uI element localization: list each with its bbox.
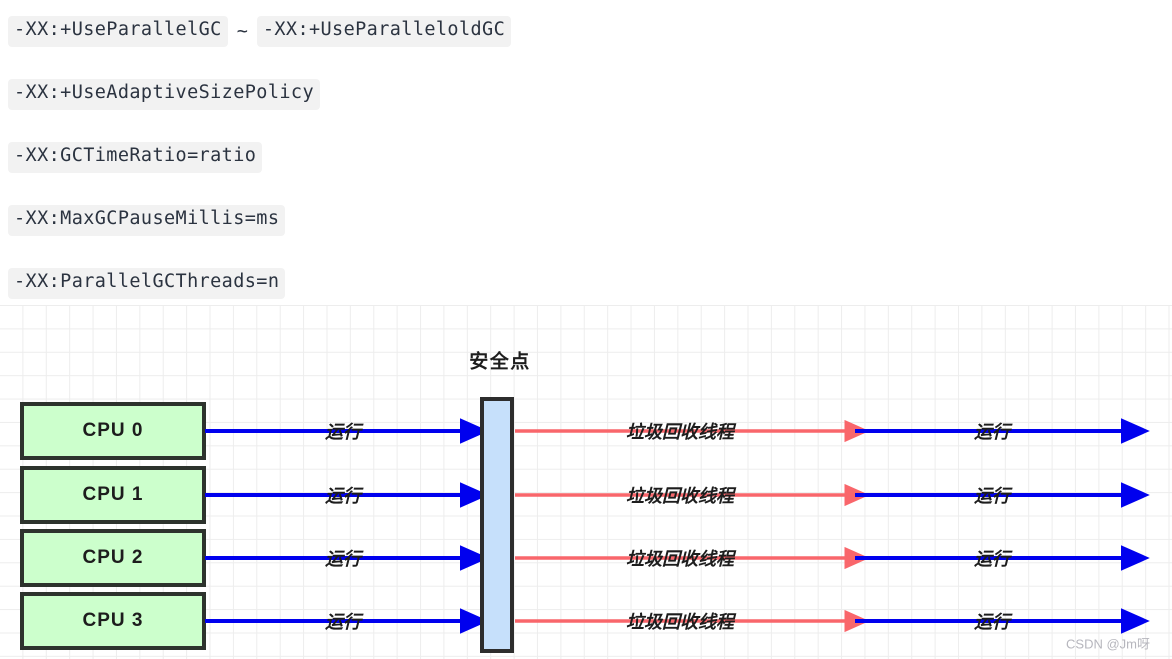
safepoint-bar <box>480 397 514 653</box>
cpu-label-0: CPU 0 <box>82 420 144 441</box>
watermark: CSDN @Jm呀 <box>1066 636 1150 652</box>
run-label-before-3: 运行 <box>325 612 361 633</box>
jvm-option-badge: -XX:+UseParallelGC <box>8 16 228 47</box>
jvm-option-badge: -XX:ParallelGCThreads=n <box>8 268 286 299</box>
run-label-after-2: 运行 <box>974 549 1010 570</box>
run-label-before-0: 运行 <box>325 422 361 443</box>
gc-label-0: 垃圾回收线程 <box>626 422 734 443</box>
page-root: -XX:+UseParallelGC ~ -XX:+UseParallelold… <box>0 0 1172 659</box>
jvm-option-badge: -XX:GCTimeRatio=ratio <box>8 142 263 173</box>
cpu-row-2 <box>20 529 1150 587</box>
jvm-option-line: -XX:+UseAdaptiveSizePolicy <box>0 63 1172 126</box>
gc-label-1: 垃圾回收线程 <box>626 486 734 507</box>
jvm-option-separator: ~ <box>236 21 248 42</box>
jvm-option-badge: -XX:MaxGCPauseMillis=ms <box>8 205 286 236</box>
cpu-label-1: CPU 1 <box>82 484 144 505</box>
run-label-before-1: 运行 <box>325 486 361 507</box>
run-label-after-1: 运行 <box>974 486 1010 507</box>
run-label-after-0: 运行 <box>974 422 1010 443</box>
jvm-option-line: -XX:GCTimeRatio=ratio <box>0 126 1172 189</box>
gc-label-2: 垃圾回收线程 <box>626 549 734 570</box>
gc-label-3: 垃圾回收线程 <box>626 612 734 633</box>
cpu-row-1 <box>20 466 1150 524</box>
safepoint-diagram: 安全点 CPU 0 CPU 1 CPU 2 CPU 3 运行 运行 运行 运行 … <box>0 305 1172 659</box>
run-label-after-3: 运行 <box>974 612 1010 633</box>
jvm-option-badge: -XX:+UseAdaptiveSizePolicy <box>8 79 320 110</box>
jvm-options-list: -XX:+UseParallelGC ~ -XX:+UseParallelold… <box>0 0 1172 315</box>
cpu-row-0 <box>20 402 1150 460</box>
cpu-label-2: CPU 2 <box>82 547 144 568</box>
cpu-row-3 <box>20 592 1150 650</box>
safepoint-title: 安全点 <box>469 351 531 373</box>
jvm-option-badge: -XX:+UseParalleloldGC <box>256 16 512 47</box>
run-label-before-2: 运行 <box>325 549 361 570</box>
jvm-option-line: -XX:MaxGCPauseMillis=ms <box>0 189 1172 252</box>
cpu-label-3: CPU 3 <box>82 610 144 631</box>
jvm-option-line: -XX:+UseParallelGC ~ -XX:+UseParallelold… <box>0 0 1172 63</box>
